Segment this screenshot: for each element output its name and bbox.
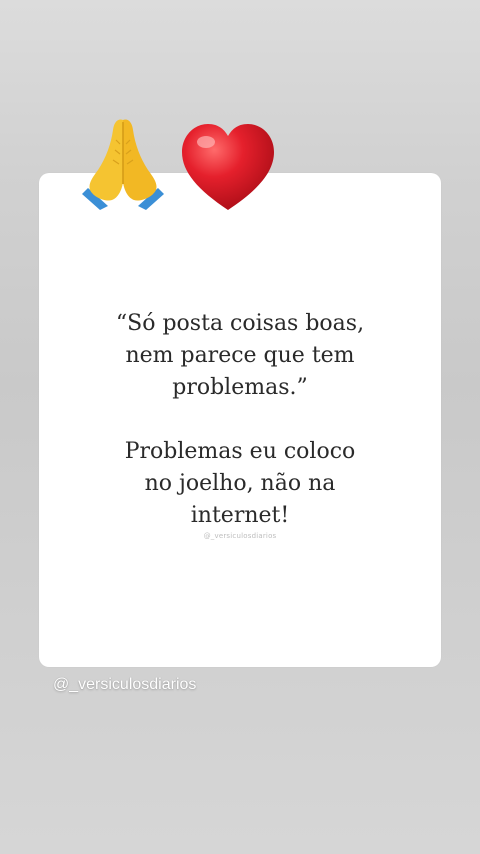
quote-text: “Só posta coisas boas, nem parece que te…: [39, 308, 441, 532]
praying-hands-icon[interactable]: [78, 110, 168, 210]
quote-line: “Só posta coisas boas,: [115, 311, 365, 336]
watermark: @_versiculosdiarios: [203, 532, 277, 540]
quote-line: problemas.”: [172, 375, 308, 400]
sticker-group: [78, 110, 298, 220]
quote-line: Problemas eu coloco: [124, 439, 356, 464]
username-handle[interactable]: @_versiculosdiarios: [53, 676, 196, 694]
quote-line: no joelho, não na: [144, 471, 336, 496]
quote-card: “Só posta coisas boas, nem parece que te…: [39, 173, 441, 667]
quote-line: nem parece que tem: [125, 343, 355, 368]
quote-spacer: [39, 404, 441, 436]
red-heart-icon[interactable]: [178, 120, 278, 215]
quote-line: internet!: [190, 503, 290, 528]
